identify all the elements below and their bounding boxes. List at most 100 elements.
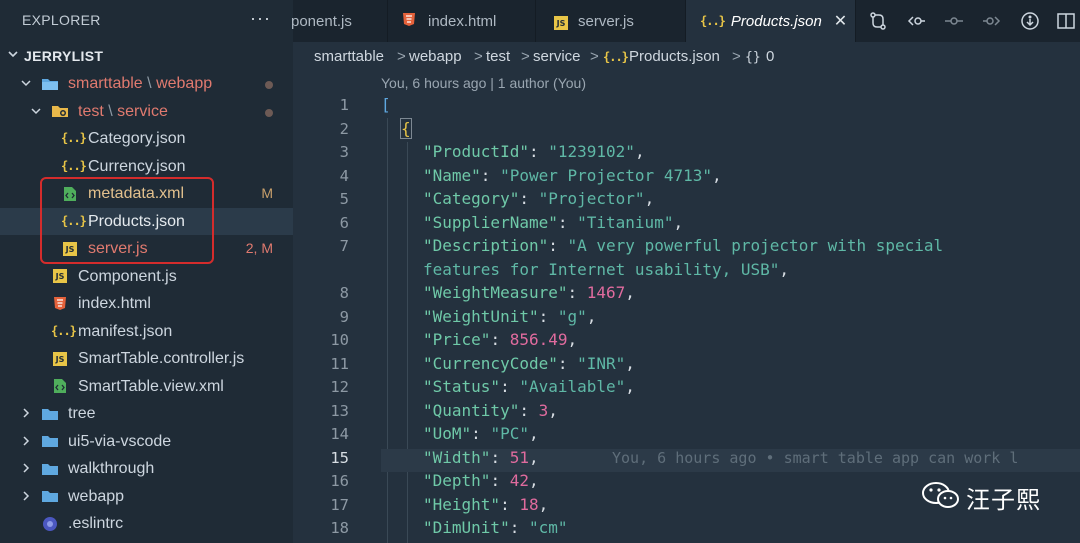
breadcrumb-item[interactable]: test <box>486 48 510 65</box>
modified-dot <box>265 81 273 89</box>
tree-item-smarttable-controller-js[interactable]: JS SmartTable.controller.js <box>0 345 293 373</box>
line-number: 13 <box>330 401 349 420</box>
line-number: 8 <box>339 284 349 302</box>
breadcrumb-separator: > <box>397 48 406 65</box>
codelens-blame[interactable]: You, 6 hours ago | 1 author (You) <box>381 75 586 91</box>
tree-item-label: Category.json <box>88 130 186 147</box>
tab-server-js[interactable]: JS server.js <box>536 0 686 42</box>
tree-item-tree-folder[interactable]: tree <box>0 400 293 428</box>
tab-label: index.html <box>428 12 497 30</box>
tree-item-label: ui5-via-vscode <box>68 432 172 450</box>
breadcrumb-item[interactable]: service <box>533 48 581 65</box>
tree-item-currency-json[interactable]: {..} Currency.json <box>0 153 293 181</box>
tab-label: Products.json <box>730 12 822 30</box>
tree-item-webapp-folder[interactable]: webapp <box>0 483 293 511</box>
tree-item-label: Currency.json <box>88 157 186 175</box>
tree-item-label: index.html <box>78 295 151 312</box>
breadcrumb-item[interactable]: 0 <box>766 48 774 65</box>
indent-guide <box>387 118 388 543</box>
explorer-title: EXPLORER <box>22 12 101 28</box>
breadcrumb: smarttable > webapp > test > service > {… <box>293 42 1080 72</box>
folder-icon <box>41 400 59 428</box>
git-compare-icon[interactable] <box>868 11 888 31</box>
watermark-text: 汪子熙 <box>966 486 1041 514</box>
js-file-icon: JS <box>53 263 67 291</box>
chevron-down-icon <box>21 80 31 87</box>
tab-label: ponent.js <box>291 12 352 30</box>
next-change-icon[interactable] <box>982 11 1002 31</box>
line-number: 4 <box>339 166 349 185</box>
tree-item-label: webapp <box>68 487 125 505</box>
breadcrumb-separator: > <box>590 48 599 65</box>
code-line: "Status": "Available", <box>423 377 635 396</box>
code-line: "WeightMeasure": 1467, <box>423 283 635 302</box>
tab-index-html[interactable]: index.html <box>388 0 536 42</box>
line-number: 18 <box>330 519 349 537</box>
more-actions-icon[interactable]: ··· <box>250 8 271 29</box>
line-number: 7 <box>339 237 349 255</box>
git-status-badge: M <box>261 185 273 201</box>
line-number: 2 <box>339 119 349 138</box>
tree-item-label: manifest.json <box>78 322 173 340</box>
tree-item-smarttable-webapp[interactable]: smarttable \ webapp <box>0 70 293 98</box>
code-line: "Name": "Power Projector 4713", <box>423 165 722 185</box>
tree-item-test-service[interactable]: test \ service <box>0 98 293 126</box>
breadcrumb-separator: > <box>732 48 741 65</box>
line-number: 16 <box>330 472 349 490</box>
json-file-icon: {..} <box>603 50 629 64</box>
tab-component-js[interactable]: ponent.js <box>291 0 388 42</box>
line-number: 12 <box>330 378 349 396</box>
path-separator: \ <box>108 102 113 120</box>
tree-item-label: SmartTable.controller.js <box>78 350 245 367</box>
line-number: 15 <box>330 448 349 467</box>
close-icon[interactable]: ✕ <box>834 11 847 31</box>
line-number: 11 <box>330 354 349 373</box>
code-line: "DimUnit": "cm" <box>423 518 568 537</box>
chevron-right-icon <box>23 490 30 501</box>
tree-item-manifest-json[interactable]: {..} manifest.json <box>0 318 293 346</box>
code-line: { <box>400 117 412 139</box>
tab-products-json[interactable]: {..} Products.json ✕ <box>686 0 856 42</box>
code-line: "UoM": "PC", <box>423 424 539 443</box>
line-number: 5 <box>339 190 349 208</box>
open-changes-icon[interactable] <box>1020 11 1040 31</box>
git-status-badge: 2, M <box>245 240 273 256</box>
json-file-icon: {..} <box>700 14 726 28</box>
tree-item-walkthrough-folder[interactable]: walkthrough <box>0 455 293 483</box>
editor-tab-bar: ponent.js index.html JS server.js {..} P… <box>291 0 1080 42</box>
breadcrumb-item[interactable]: webapp <box>409 48 462 65</box>
tree-item-ui5-via-vscode-folder[interactable]: ui5-via-vscode <box>0 428 293 456</box>
tree-item-label: SmartTable.view.xml <box>78 377 224 395</box>
chevron-right-icon <box>23 463 30 473</box>
tree-item-label-2: service <box>117 102 168 120</box>
tree-item-category-json[interactable]: {..} Category.json <box>0 125 293 153</box>
chevron-down-icon <box>31 107 41 114</box>
tree-item-index-html[interactable]: index.html <box>0 290 293 318</box>
line-number: 10 <box>330 331 349 349</box>
line-number: 1 <box>339 96 349 114</box>
tree-item-label: Component.js <box>78 267 177 285</box>
code-line: "Depth": 42, <box>423 471 539 490</box>
line-number: 14 <box>330 425 349 443</box>
code-line: "Price": 856.49, <box>423 330 578 349</box>
code-line: [ <box>381 95 391 114</box>
folder-open-icon <box>41 70 59 98</box>
code-editor[interactable]: You, 6 hours ago | 1 author (You) 1 2 3 … <box>293 72 1080 543</box>
previous-change-icon[interactable] <box>906 11 926 31</box>
workspace-root[interactable]: JERRYLIST <box>0 42 293 70</box>
js-file-icon: JS <box>53 345 67 373</box>
tree-item-eslintrc[interactable]: .eslintrc <box>0 510 293 538</box>
breadcrumb-item[interactable]: Products.json <box>629 48 720 65</box>
path-separator: \ <box>147 75 152 92</box>
chevron-down-icon <box>8 51 18 58</box>
tree-item-smarttable-view-xml[interactable]: SmartTable.view.xml <box>0 373 293 401</box>
breadcrumb-item[interactable]: smarttable <box>314 48 384 65</box>
tree-item-component-js[interactable]: JS Component.js <box>0 263 293 291</box>
line-number: 17 <box>330 495 349 514</box>
workspace-root-label: JERRYLIST <box>24 48 104 64</box>
chevron-right-icon <box>23 435 30 446</box>
split-editor-icon[interactable] <box>1056 11 1076 31</box>
folder-gear-icon <box>51 98 69 126</box>
git-commit-icon[interactable] <box>944 11 964 31</box>
folder-icon <box>41 428 59 456</box>
